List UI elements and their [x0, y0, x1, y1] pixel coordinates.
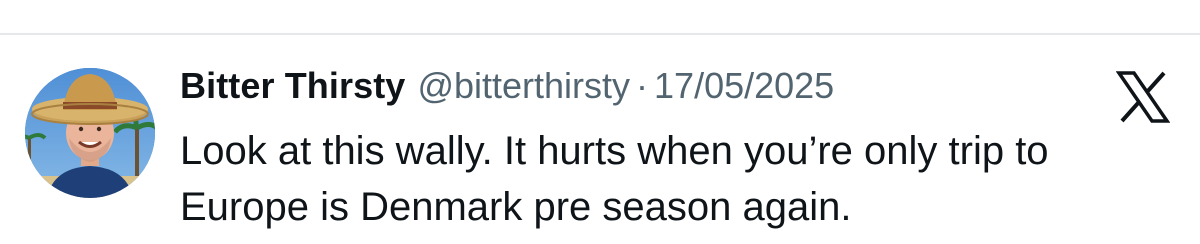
tweet-date[interactable]: 17/05/2025: [654, 65, 834, 107]
x-logo-icon[interactable]: [1115, 71, 1171, 123]
tweet-card[interactable]: Bitter Thirsty @bitterthirsty · 17/05/20…: [0, 35, 1200, 244]
avatar-image: [25, 68, 155, 198]
author-handle[interactable]: @bitterthirsty: [417, 65, 630, 107]
tweet-text-line: Europe is Denmark pre season again.: [180, 185, 852, 229]
tweet-text: Look at this wally. It hurts when you’re…: [180, 123, 1180, 235]
avatar[interactable]: [25, 68, 155, 198]
author-display-name[interactable]: Bitter Thirsty: [180, 65, 405, 107]
tweet-screenshot: Bitter Thirsty @bitterthirsty · 17/05/20…: [0, 0, 1200, 244]
separator-dot: ·: [636, 65, 649, 106]
tweet-text-line: Look at this wally. It hurts when you’re…: [180, 129, 1049, 173]
tweet-header: Bitter Thirsty @bitterthirsty · 17/05/20…: [180, 65, 834, 115]
